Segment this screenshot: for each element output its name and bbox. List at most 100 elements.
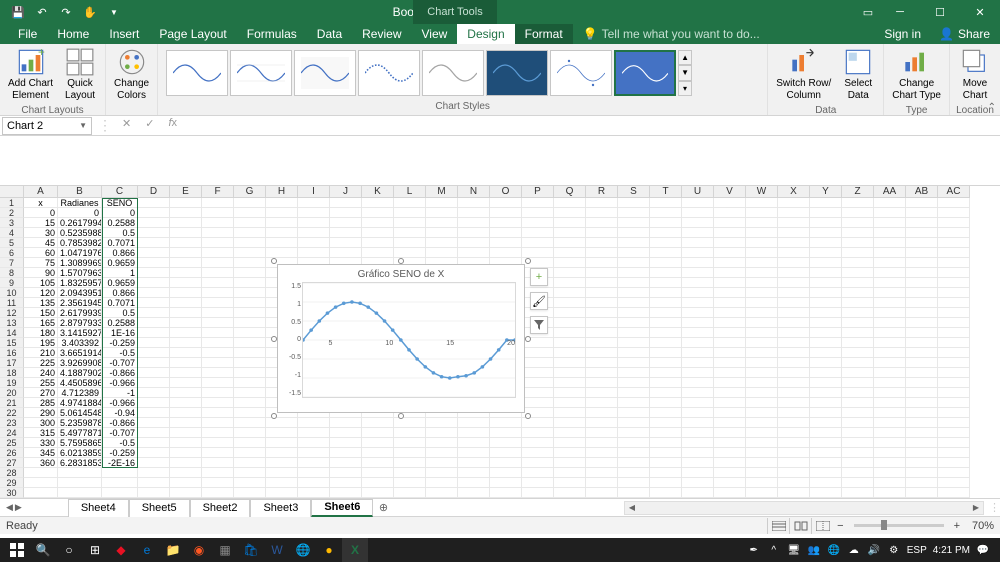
cell[interactable]: -0.707: [102, 428, 138, 438]
cell[interactable]: [874, 198, 906, 208]
cell[interactable]: [714, 328, 746, 338]
cell[interactable]: [650, 478, 682, 488]
column-header[interactable]: V: [714, 186, 746, 198]
cell[interactable]: [586, 478, 618, 488]
chart-style-6[interactable]: [486, 50, 548, 96]
cell[interactable]: [586, 298, 618, 308]
cell[interactable]: [586, 248, 618, 258]
zoom-level[interactable]: 70%: [964, 520, 994, 532]
cell[interactable]: [394, 218, 426, 228]
cell[interactable]: [682, 418, 714, 428]
cell[interactable]: [810, 458, 842, 468]
cell[interactable]: [778, 298, 810, 308]
cell[interactable]: [394, 478, 426, 488]
column-header[interactable]: C: [102, 186, 138, 198]
cell[interactable]: [586, 438, 618, 448]
cell[interactable]: [938, 408, 970, 418]
cell[interactable]: 4.4505896: [58, 378, 102, 388]
cell[interactable]: 2.0943951: [58, 288, 102, 298]
cell[interactable]: [554, 398, 586, 408]
cell[interactable]: [842, 288, 874, 298]
cell[interactable]: [618, 248, 650, 258]
cell[interactable]: 3.403392: [58, 338, 102, 348]
cell[interactable]: [682, 458, 714, 468]
select-data-button[interactable]: Select Data: [837, 46, 879, 104]
cell[interactable]: 290: [24, 408, 58, 418]
cell[interactable]: [426, 488, 458, 498]
cell[interactable]: 315: [24, 428, 58, 438]
signin-link[interactable]: Sign in: [876, 27, 929, 41]
cell[interactable]: [426, 228, 458, 238]
cell[interactable]: [746, 218, 778, 228]
share-button[interactable]: 👤 Share: [929, 27, 1000, 41]
cell[interactable]: [202, 328, 234, 338]
cell[interactable]: [618, 228, 650, 238]
cell[interactable]: [714, 278, 746, 288]
cell[interactable]: 345: [24, 448, 58, 458]
cell[interactable]: [202, 358, 234, 368]
cell[interactable]: [746, 378, 778, 388]
cell[interactable]: [586, 348, 618, 358]
cell[interactable]: 1.5707963: [58, 268, 102, 278]
cell[interactable]: [938, 298, 970, 308]
cell[interactable]: [554, 358, 586, 368]
cell[interactable]: [330, 488, 362, 498]
cell[interactable]: [554, 438, 586, 448]
cell[interactable]: 255: [24, 378, 58, 388]
cell[interactable]: [650, 208, 682, 218]
tray-app-icon[interactable]: ⚙: [887, 543, 901, 557]
cell[interactable]: 300: [24, 418, 58, 428]
cell[interactable]: [522, 488, 554, 498]
cell[interactable]: [842, 418, 874, 428]
cell[interactable]: -0.866: [102, 418, 138, 428]
cell[interactable]: [810, 238, 842, 248]
cell[interactable]: [554, 428, 586, 438]
cell[interactable]: [842, 248, 874, 258]
cancel-formula-icon[interactable]: ✕: [118, 117, 135, 134]
cell[interactable]: [426, 478, 458, 488]
cell[interactable]: [938, 328, 970, 338]
cell[interactable]: [522, 468, 554, 478]
cell[interactable]: [202, 268, 234, 278]
cell[interactable]: [522, 368, 554, 378]
cell[interactable]: [234, 208, 266, 218]
cell[interactable]: [554, 278, 586, 288]
tab-insert[interactable]: Insert: [99, 24, 149, 44]
cell[interactable]: 210: [24, 348, 58, 358]
row-header[interactable]: 4: [0, 228, 24, 238]
cell[interactable]: [650, 378, 682, 388]
cell[interactable]: [906, 248, 938, 258]
cell[interactable]: 60: [24, 248, 58, 258]
cell[interactable]: [650, 338, 682, 348]
sheet-tab[interactable]: Sheet2: [190, 499, 251, 517]
cell[interactable]: [714, 298, 746, 308]
cell[interactable]: [330, 458, 362, 468]
add-chart-element-button[interactable]: + Add Chart Element: [4, 46, 57, 104]
cell[interactable]: [842, 358, 874, 368]
cell[interactable]: [778, 248, 810, 258]
cell[interactable]: [938, 308, 970, 318]
cell[interactable]: [394, 418, 426, 428]
cell[interactable]: [266, 448, 298, 458]
cell[interactable]: [266, 428, 298, 438]
cell[interactable]: [586, 418, 618, 428]
cell[interactable]: [714, 478, 746, 488]
column-header[interactable]: F: [202, 186, 234, 198]
cell[interactable]: [362, 418, 394, 428]
cell[interactable]: [586, 468, 618, 478]
cell[interactable]: [618, 358, 650, 368]
cell[interactable]: [586, 238, 618, 248]
cell[interactable]: [938, 398, 970, 408]
cell[interactable]: [138, 348, 170, 358]
cell[interactable]: [682, 338, 714, 348]
cell[interactable]: 6.2831853: [58, 458, 102, 468]
chart-style-8[interactable]: [614, 50, 676, 96]
row-header[interactable]: 14: [0, 328, 24, 338]
cell[interactable]: [170, 348, 202, 358]
cell[interactable]: -0.866: [102, 368, 138, 378]
cell[interactable]: [746, 198, 778, 208]
row-header[interactable]: 3: [0, 218, 24, 228]
cell[interactable]: -2E-16: [102, 458, 138, 468]
cell[interactable]: [490, 478, 522, 488]
cell[interactable]: [810, 308, 842, 318]
